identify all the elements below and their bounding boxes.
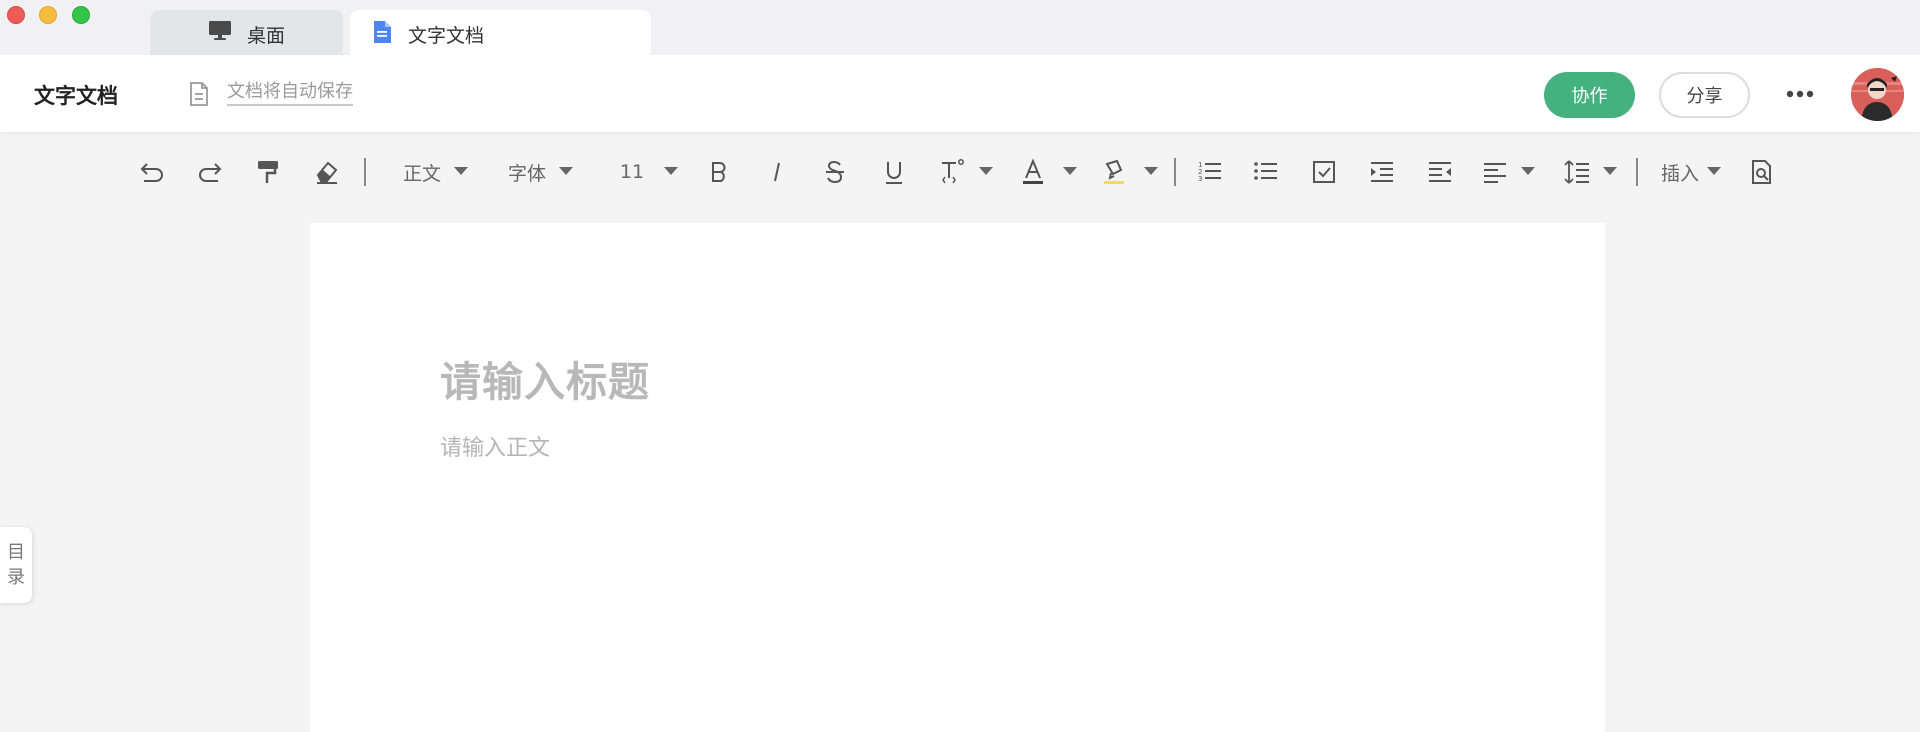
italic-icon[interactable] bbox=[764, 154, 790, 190]
superscript-chevron-down-icon[interactable] bbox=[979, 167, 993, 175]
paragraph-style-select[interactable]: 正文 bbox=[402, 154, 442, 190]
ordered-list-icon[interactable]: 1 2 3 bbox=[1196, 154, 1224, 190]
document-page[interactable]: 请输入标题 请输入正文 bbox=[310, 223, 1605, 732]
line-spacing-icon[interactable] bbox=[1563, 154, 1591, 190]
toolbar-divider bbox=[1174, 158, 1176, 186]
tab-desktop[interactable]: 桌面 bbox=[150, 10, 343, 55]
eraser-icon[interactable] bbox=[312, 154, 342, 190]
outline-label-line1: 目 bbox=[7, 542, 25, 563]
indent-increase-icon[interactable] bbox=[1368, 154, 1396, 190]
paragraph-style-chevron-down-icon[interactable] bbox=[454, 167, 468, 175]
body-input[interactable]: 请输入正文 bbox=[440, 430, 550, 462]
document-icon bbox=[372, 20, 392, 49]
redo-icon[interactable] bbox=[195, 154, 225, 190]
font-size-chevron-down-icon[interactable] bbox=[664, 167, 678, 175]
font-color-icon[interactable] bbox=[1020, 154, 1046, 190]
insert-menu[interactable]: 插入 bbox=[1659, 154, 1701, 190]
align-chevron-down-icon[interactable] bbox=[1521, 167, 1535, 175]
underline-icon[interactable] bbox=[881, 154, 907, 190]
indent-decrease-icon[interactable] bbox=[1426, 154, 1454, 190]
document-title[interactable]: 文字文档 bbox=[34, 80, 118, 110]
toolbar-divider bbox=[1636, 158, 1638, 186]
font-color-chevron-down-icon[interactable] bbox=[1063, 167, 1077, 175]
strikethrough-icon[interactable] bbox=[822, 154, 848, 190]
title-input[interactable]: 请输入标题 bbox=[440, 348, 650, 408]
unordered-list-icon[interactable] bbox=[1252, 154, 1280, 190]
undo-icon[interactable] bbox=[137, 154, 167, 190]
insert-chevron-down-icon[interactable] bbox=[1707, 167, 1721, 175]
align-icon[interactable] bbox=[1481, 154, 1509, 190]
font-family-chevron-down-icon[interactable] bbox=[559, 167, 573, 175]
paragraph-style-value: 正文 bbox=[402, 162, 441, 185]
maximize-window-button[interactable] bbox=[72, 6, 90, 24]
document-header: 文字文档 文档将自动保存 协作 分享 bbox=[0, 55, 1920, 133]
close-window-button[interactable] bbox=[7, 6, 25, 24]
font-size-select[interactable]: 11 bbox=[619, 154, 645, 190]
monitor-icon bbox=[208, 20, 232, 47]
checklist-icon[interactable] bbox=[1310, 154, 1338, 190]
svg-text:3: 3 bbox=[1198, 175, 1202, 183]
superscript-icon[interactable] bbox=[937, 154, 969, 190]
font-family-select[interactable]: 字体 bbox=[507, 154, 547, 190]
tab-text-document-label: 文字文档 bbox=[408, 25, 485, 47]
tab-desktop-label: 桌面 bbox=[247, 25, 286, 47]
highlight-chevron-down-icon[interactable] bbox=[1144, 167, 1158, 175]
window-tab-strip: 桌面 文字文档 bbox=[0, 0, 1920, 55]
highlight-icon[interactable] bbox=[1101, 154, 1127, 190]
format-painter-icon[interactable] bbox=[253, 154, 283, 190]
collaborate-button[interactable]: 协作 bbox=[1544, 72, 1635, 118]
tab-text-document[interactable]: 文字文档 bbox=[350, 10, 651, 55]
outline-label-line2: 录 bbox=[7, 567, 25, 588]
user-avatar[interactable] bbox=[1851, 68, 1904, 121]
file-icon bbox=[188, 81, 210, 111]
toolbar-divider bbox=[364, 158, 366, 186]
more-options-icon[interactable] bbox=[1786, 84, 1814, 103]
line-spacing-chevron-down-icon[interactable] bbox=[1603, 167, 1617, 175]
find-icon[interactable] bbox=[1748, 154, 1776, 190]
share-button[interactable]: 分享 bbox=[1659, 72, 1750, 118]
minimize-window-button[interactable] bbox=[39, 6, 57, 24]
autosave-status: 文档将自动保存 bbox=[227, 81, 353, 106]
formatting-toolbar: 正文 字体 11 1 2 3 插入 bbox=[0, 134, 1920, 216]
font-family-value: 字体 bbox=[507, 162, 546, 185]
outline-toggle-button[interactable]: 目 录 bbox=[0, 527, 32, 603]
insert-label: 插入 bbox=[1660, 162, 1699, 185]
font-size-value: 11 bbox=[619, 161, 645, 183]
bold-icon[interactable] bbox=[706, 154, 732, 190]
